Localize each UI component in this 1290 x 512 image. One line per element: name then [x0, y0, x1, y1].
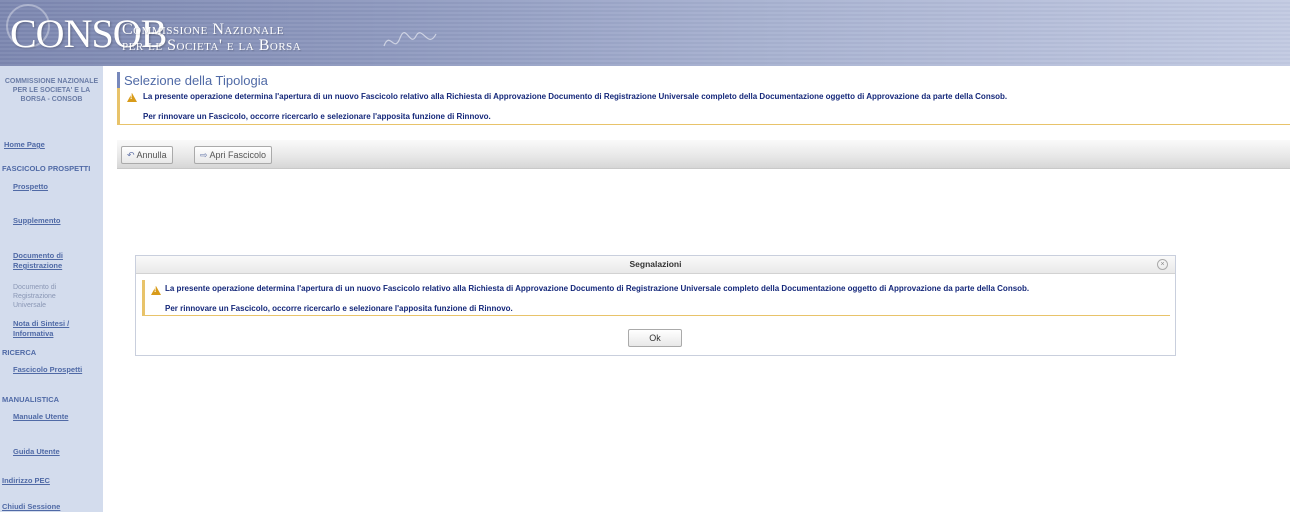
dialog-line2: Per rinnovare un Fascicolo, occorre rice… [165, 304, 513, 313]
sidebar-item-home[interactable]: Home Page [4, 140, 45, 150]
sidebar-item-indirizzo-pec[interactable]: Indirizzo PEC [2, 476, 50, 486]
sidebar-item-nota-sintesi-line1: Nota di Sintesi / [13, 319, 70, 328]
annulla-button[interactable]: ↶ Annulla [121, 146, 173, 164]
open-icon: ⇨ [200, 150, 208, 160]
dialog-message-box: La presente operazione determina l'apert… [142, 280, 1170, 316]
warning-line1: La presente operazione determina l'apert… [143, 92, 1008, 101]
sidebar-item-documento-registrazione-line2: Registrazione [13, 261, 63, 270]
apri-fascicolo-button[interactable]: ⇨ Apri Fascicolo [194, 146, 273, 164]
sidebar-item-documento-registrazione-line1: Documento di [13, 251, 63, 260]
warning-icon [127, 93, 137, 102]
undo-icon: ↶ [127, 150, 135, 160]
sidebar-item-documento-universale-line2: Registrazione [13, 293, 56, 300]
logo-subtitle: Commissione Nazionale per le Societa' e … [122, 22, 301, 54]
sidebar-item-documento-registrazione[interactable]: Documento di Registrazione [13, 251, 63, 271]
sidebar-item-guida-utente[interactable]: Guida Utente [13, 447, 60, 457]
sidebar-item-manuale-utente[interactable]: Manuale Utente [13, 412, 68, 422]
sidebar-section-ricerca: RICERCA [2, 348, 37, 357]
logo-subtitle-line2: per le Societa' e la Borsa [122, 37, 302, 54]
sidebar-org-name: COMMISSIONE NAZIONALE PER LE SOCIETA' E … [4, 78, 99, 103]
dialog-title: Segnalazioni [629, 259, 682, 269]
sidebar: COMMISSIONE NAZIONALE PER LE SOCIETA' E … [0, 66, 103, 512]
signature-icon [383, 32, 437, 47]
warning-line2: Per rinnovare un Fascicolo, occorre rice… [143, 112, 491, 121]
sidebar-item-documento-universale: Documento di Registrazione Universale [13, 283, 56, 310]
sidebar-item-documento-universale-line3: Universale [13, 302, 47, 309]
dialog-header: Segnalazioni × [136, 256, 1175, 274]
sidebar-item-fascicolo-prospetti[interactable]: Fascicolo Prospetti [13, 365, 82, 375]
sidebar-item-prospetto[interactable]: Prospetto [13, 182, 48, 192]
page-title: Selezione della Tipologia [117, 72, 268, 89]
toolbar: ↶ Annulla ⇨ Apri Fascicolo [117, 140, 1290, 169]
header-banner: CONSOB Commissione Nazionale per le Soci… [0, 0, 1290, 66]
warning-box: La presente operazione determina l'apert… [117, 88, 1290, 125]
close-icon[interactable]: × [1157, 259, 1168, 270]
sidebar-item-nota-sintesi[interactable]: Nota di Sintesi / Informativa [13, 319, 69, 339]
sidebar-section-fascicolo: FASCICOLO PROSPETTI [2, 164, 91, 173]
sidebar-item-nota-sintesi-line2: Informativa [13, 329, 54, 338]
sidebar-item-documento-universale-line1: Documento di [13, 284, 57, 291]
sidebar-item-chiudi-sessione[interactable]: Chiudi Sessione [2, 502, 60, 512]
sidebar-section-manualistica: MANUALISTICA [2, 395, 60, 404]
logo-subtitle-line1: Commissione Nazionale [122, 21, 284, 38]
segnalazioni-dialog: Segnalazioni × La presente operazione de… [135, 255, 1176, 356]
annulla-label: Annulla [136, 150, 167, 160]
dialog-line1: La presente operazione determina l'apert… [165, 284, 1030, 293]
sidebar-item-supplemento[interactable]: Supplemento [13, 216, 61, 226]
ok-button[interactable]: Ok [628, 329, 682, 347]
apri-fascicolo-label: Apri Fascicolo [209, 150, 267, 160]
warning-icon [151, 286, 161, 295]
